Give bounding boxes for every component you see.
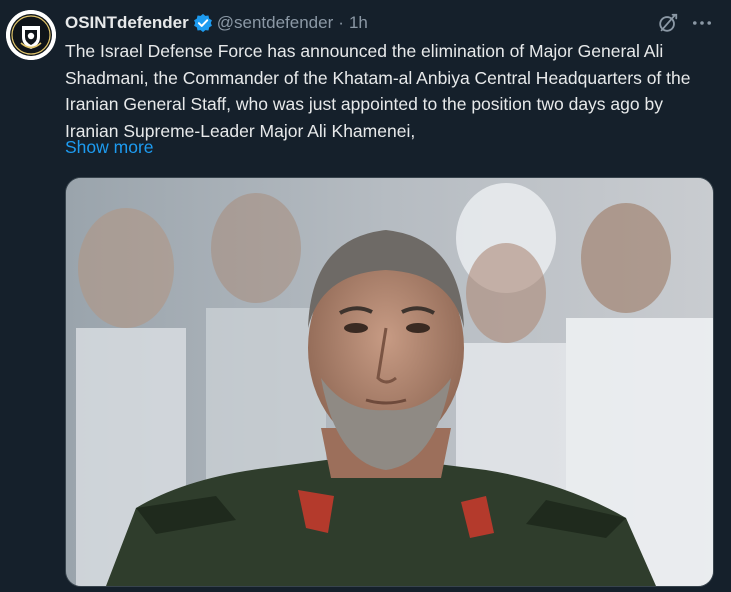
osint-logo-icon [6, 10, 56, 60]
separator: · [338, 13, 344, 32]
verified-badge-icon [193, 13, 212, 33]
more-options-icon[interactable] [691, 14, 713, 32]
photo-portrait-illustration [66, 178, 713, 586]
handle[interactable]: @sentdefender [217, 13, 334, 33]
grok-icon[interactable] [657, 12, 679, 34]
show-more-link[interactable]: Show more [65, 137, 154, 158]
avatar[interactable] [6, 10, 56, 60]
post-header: OSINTdefender @sentdefender · 1h [65, 12, 368, 34]
timestamp[interactable]: 1h [349, 13, 368, 33]
display-name[interactable]: OSINTdefender [65, 13, 189, 33]
post-photo[interactable] [65, 177, 714, 587]
post-text: The Israel Defense Force has announced t… [65, 41, 691, 141]
